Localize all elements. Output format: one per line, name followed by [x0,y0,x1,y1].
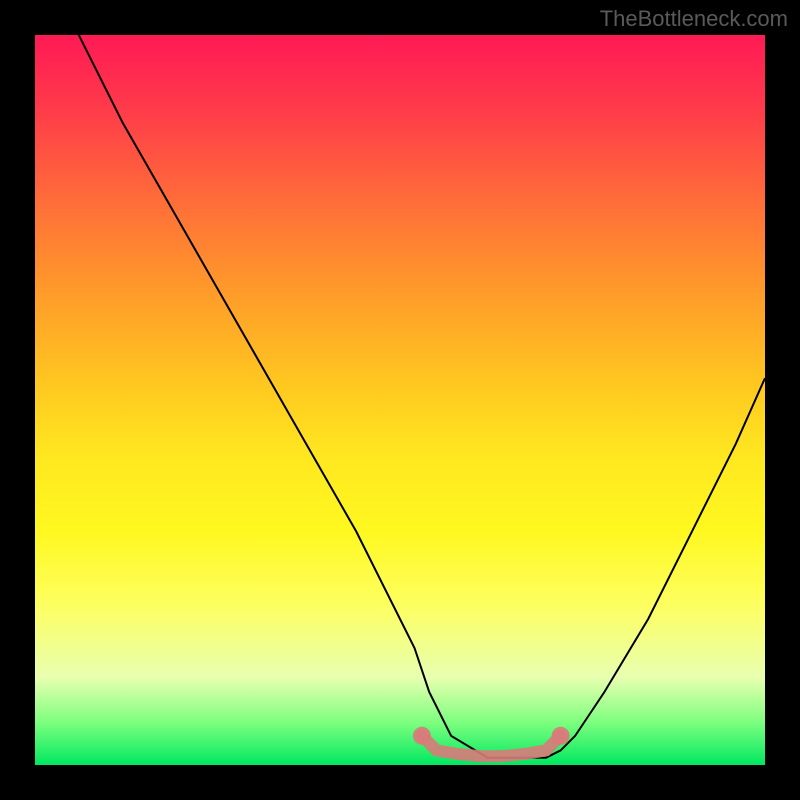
watermark-text: TheBottleneck.com [600,6,788,32]
curve-layer [35,35,765,765]
chart-plot-area [35,35,765,765]
bottleneck-curve [79,35,765,758]
marker-band [413,727,570,756]
